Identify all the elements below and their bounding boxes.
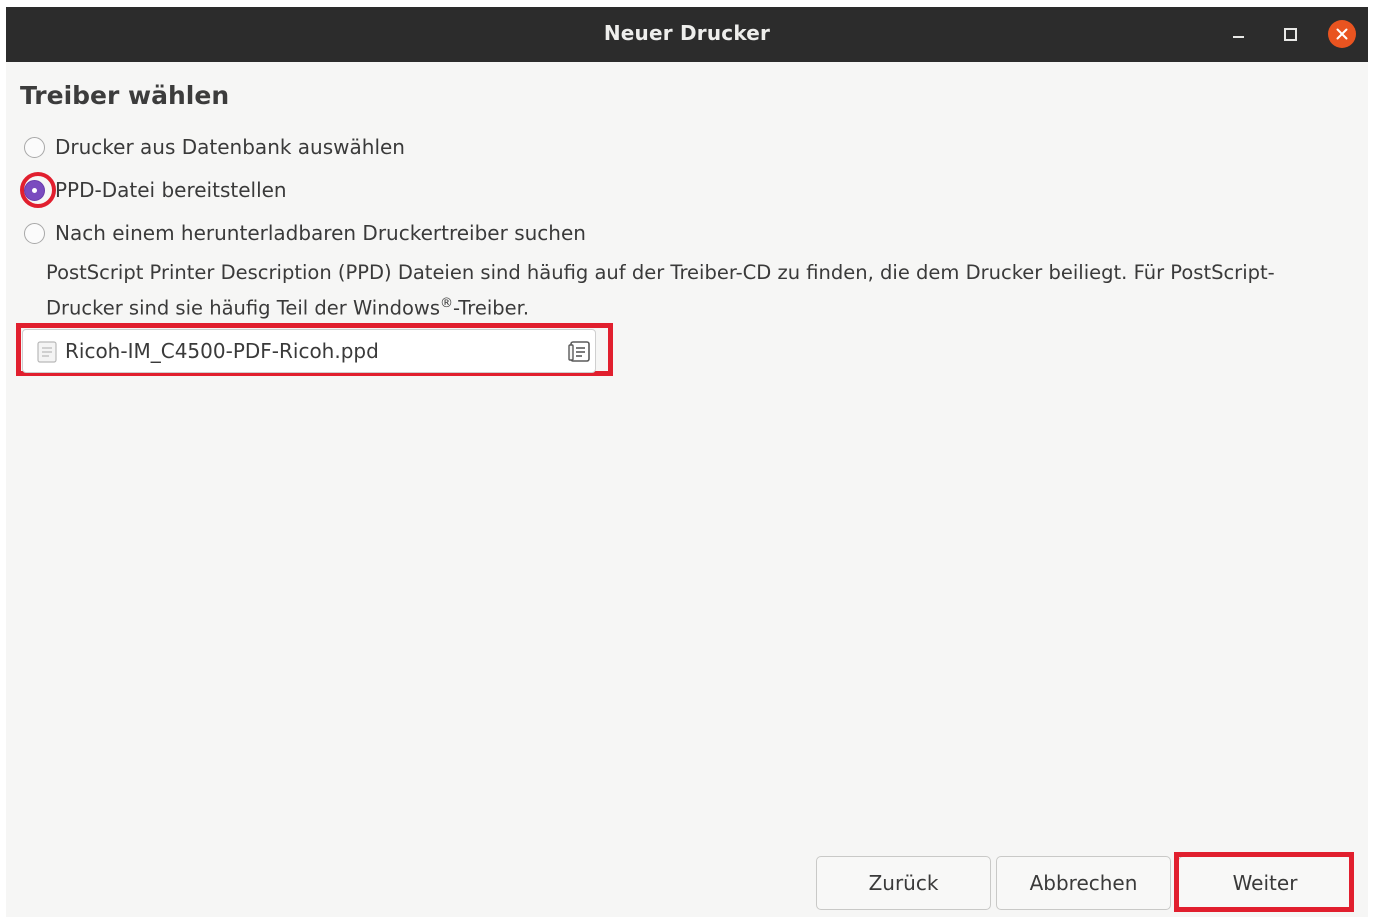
next-button[interactable]: Weiter (1178, 856, 1352, 910)
option-ppd-file[interactable]: PPD-Datei bereitstellen (24, 176, 287, 204)
window-title: Neuer Drucker (603, 21, 771, 45)
maximize-icon (1283, 27, 1297, 41)
option-download-driver-label[interactable]: Nach einem herunterladbaren Druckertreib… (55, 221, 586, 245)
ppd-file-chooser[interactable]: Ricoh-IM_C4500-PDF-Ricoh.ppd (22, 329, 596, 373)
cancel-button[interactable]: Abbrechen (996, 856, 1171, 910)
option-download-driver[interactable]: Nach einem herunterladbaren Druckertreib… (24, 219, 586, 247)
page-heading: Treiber wählen (20, 81, 230, 110)
description-text: PostScript Printer Description (PPD) Dat… (46, 261, 1275, 320)
option-database[interactable]: Drucker aus Datenbank auswählen (24, 133, 405, 161)
minimize-button[interactable] (1224, 20, 1252, 48)
radio-ppd-file[interactable] (24, 179, 45, 201)
title-bar[interactable]: Neuer Drucker (6, 7, 1368, 62)
description-suffix: -Treiber. (453, 296, 530, 320)
option-database-label[interactable]: Drucker aus Datenbank auswählen (55, 135, 405, 159)
close-icon (1336, 28, 1348, 40)
radio-database[interactable] (24, 136, 45, 158)
maximize-button[interactable] (1276, 20, 1304, 48)
file-open-icon[interactable] (568, 341, 592, 363)
ppd-description: PostScript Printer Description (PPD) Dat… (46, 257, 1346, 324)
option-ppd-file-label[interactable]: PPD-Datei bereitstellen (55, 178, 287, 202)
ppd-file-name: Ricoh-IM_C4500-PDF-Ricoh.ppd (65, 339, 379, 363)
radio-download-driver[interactable] (24, 222, 45, 244)
minimize-icon (1232, 36, 1244, 38)
registered-mark: ® (440, 296, 453, 311)
close-button[interactable] (1328, 20, 1356, 48)
new-printer-window: Neuer Drucker Treiber wählen Drucker aus… (6, 7, 1368, 917)
file-icon (37, 341, 57, 363)
back-button[interactable]: Zurück (816, 856, 991, 910)
